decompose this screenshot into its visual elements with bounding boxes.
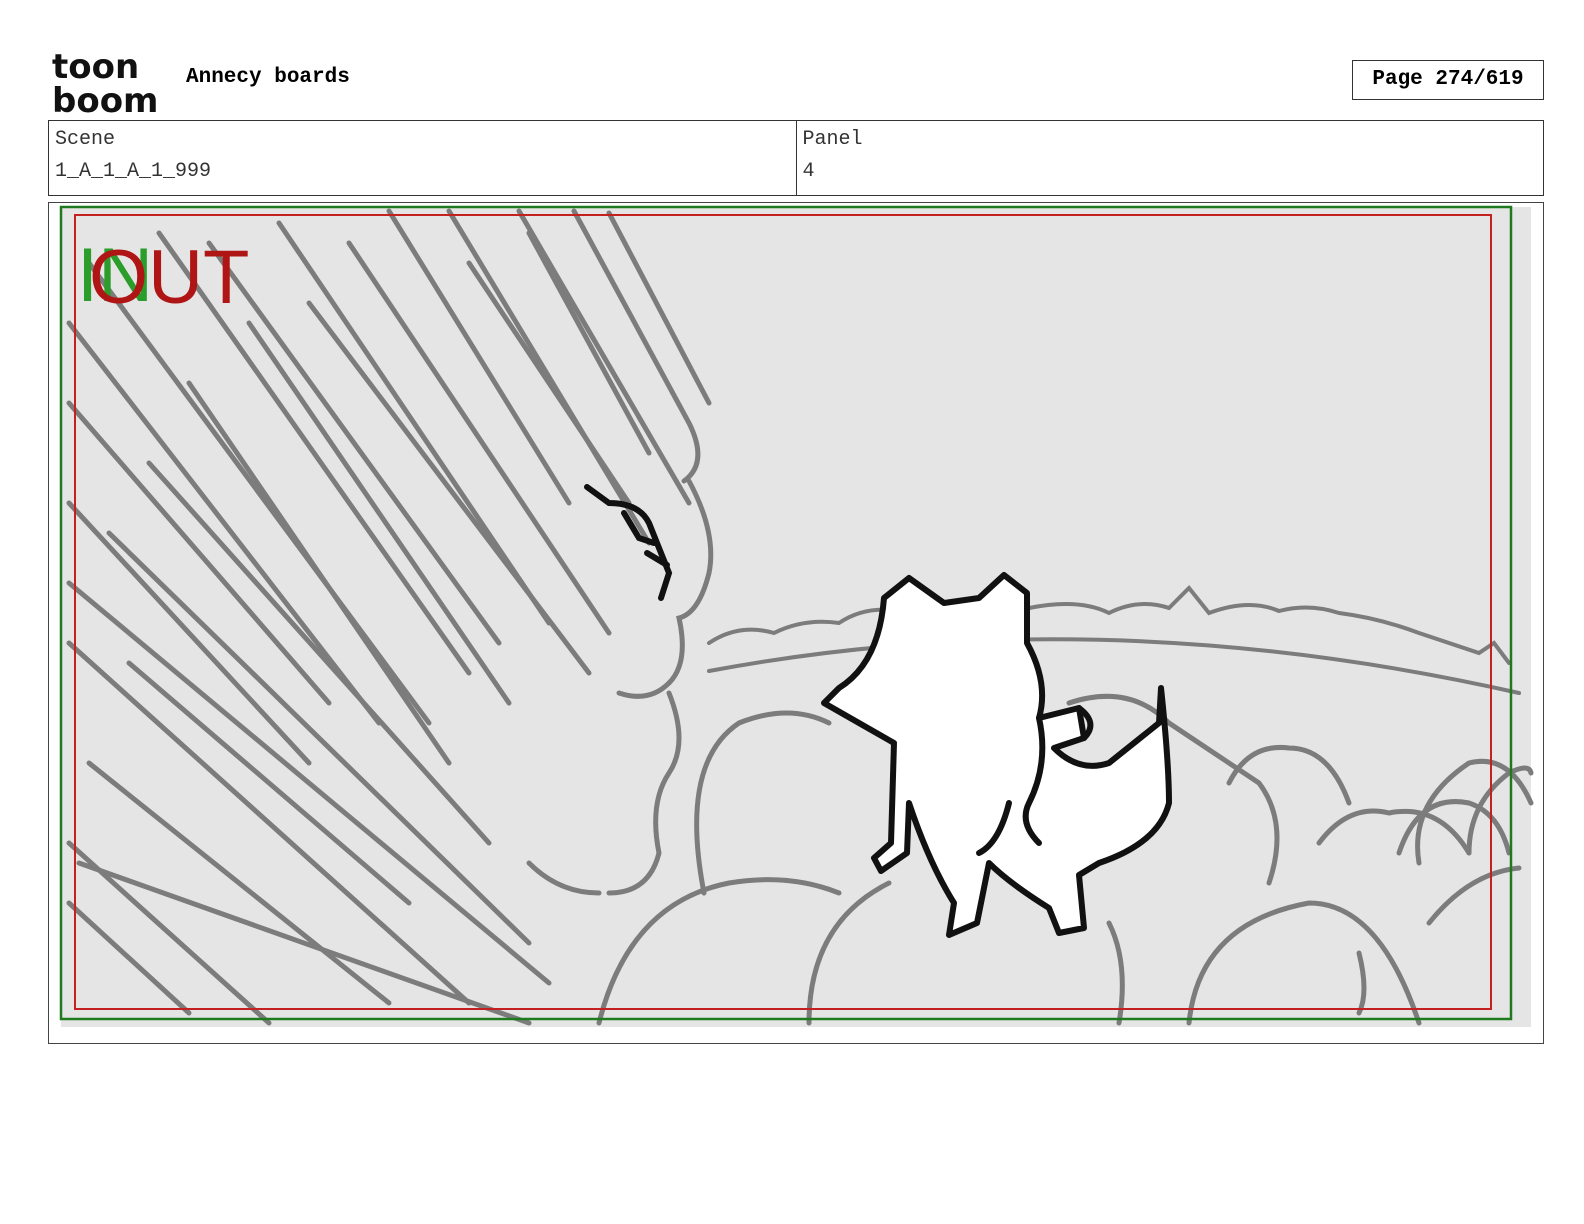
- project-title: Annecy boards: [186, 66, 350, 89]
- panel-value: 4: [802, 160, 815, 183]
- scene-panel-info-table: Scene 1_A_1_A_1_999 Panel 4: [48, 120, 1544, 196]
- panel-cell: Panel 4: [795, 121, 1544, 195]
- toon-boom-logo: toon boom: [50, 47, 168, 121]
- out-marker: OUT: [89, 235, 249, 320]
- scene-value: 1_A_1_A_1_999: [55, 160, 212, 183]
- page-counter: Page 274/619: [1352, 60, 1544, 100]
- panel-label: Panel: [802, 128, 863, 151]
- storyboard-drawing: IN OUT: [59, 205, 1534, 1027]
- logo-text-bottom: boom: [52, 81, 158, 114]
- storyboard-panel: IN OUT: [48, 202, 1544, 1044]
- scene-cell: Scene 1_A_1_A_1_999: [49, 121, 796, 195]
- scene-label: Scene: [55, 128, 116, 151]
